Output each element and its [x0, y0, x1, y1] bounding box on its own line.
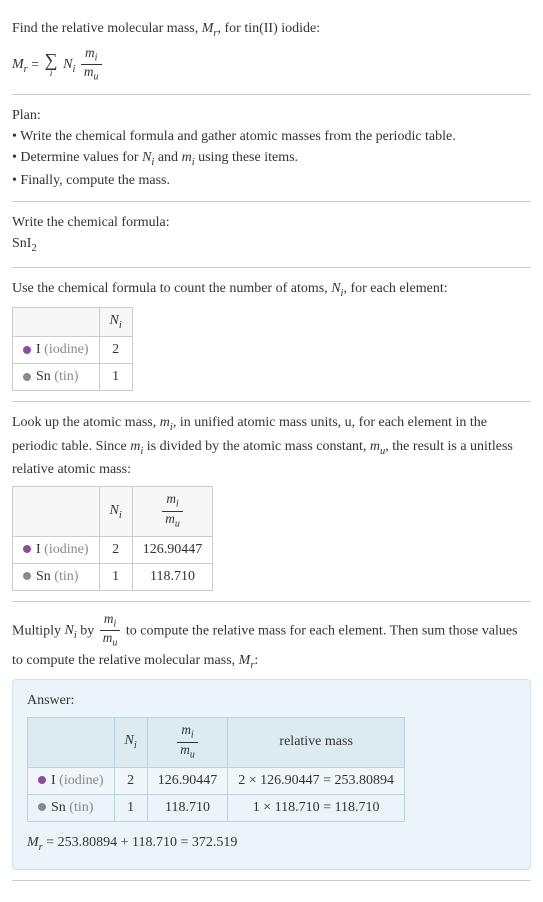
element-cell: I (iodine)	[28, 767, 115, 794]
table-row: I (iodine) 2	[13, 337, 133, 364]
atomic-mass-table: Ni mimu I (iodine) 2 126.90447 Sn (tin) …	[12, 486, 213, 590]
ni-cell: 1	[99, 563, 132, 590]
header-ratio: mimu	[132, 487, 213, 536]
table-header-row: Ni mimu	[13, 487, 213, 536]
step-text: Use the chemical formula to count the nu…	[12, 278, 531, 302]
step-text: Look up the atomic mass, mi, in unified …	[12, 412, 531, 480]
chemical-formula-step: Write the chemical formula: SnI2	[12, 202, 531, 268]
text: Find the relative molecular mass,	[12, 21, 202, 36]
header-ratio: mimu	[147, 718, 228, 767]
header-ni: Ni	[99, 308, 132, 337]
answer-table: Ni mimu relative mass I (iodine) 2 126.9…	[27, 717, 405, 821]
dot-icon	[38, 803, 46, 811]
mass-cell: 118.710	[132, 563, 213, 590]
plan-item: • Write the chemical formula and gather …	[12, 126, 531, 147]
dot-icon	[23, 346, 31, 354]
table-row: Sn (tin) 1 118.710	[13, 563, 213, 590]
header-empty	[13, 308, 100, 337]
ni-cell: 2	[99, 337, 132, 364]
element-cell: Sn (tin)	[13, 563, 100, 590]
element-cell: Sn (tin)	[13, 364, 100, 391]
element-cell: I (iodine)	[13, 337, 100, 364]
dot-icon	[38, 776, 46, 784]
answer-label: Answer:	[27, 690, 516, 711]
problem-statement: Find the relative molecular mass, Mr, fo…	[12, 8, 531, 95]
problem-text: Find the relative molecular mass, Mr, fo…	[12, 18, 531, 42]
plan-item: • Determine values for Ni and mi using t…	[12, 147, 531, 171]
element-cell: Sn (tin)	[28, 794, 115, 821]
table-row: Sn (tin) 1 118.710 1 × 118.710 = 118.710	[28, 794, 405, 821]
ni-cell: 2	[99, 536, 132, 563]
ni-cell: 2	[114, 767, 147, 794]
ni-cell: 1	[99, 364, 132, 391]
table-row: I (iodine) 2 126.90447	[13, 536, 213, 563]
atomic-mass-step: Look up the atomic mass, mi, in unified …	[12, 402, 531, 601]
plan: Plan: • Write the chemical formula and g…	[12, 95, 531, 203]
fraction: mi mu	[81, 46, 102, 84]
dot-icon	[23, 545, 31, 553]
sigma-icon: ∑i	[45, 51, 58, 79]
header-empty	[28, 718, 115, 767]
compute-step: Multiply Ni by mimu to compute the relat…	[12, 602, 531, 882]
header-empty	[13, 487, 100, 536]
chemical-formula: SnI2	[12, 233, 531, 257]
atom-count-step: Use the chemical formula to count the nu…	[12, 268, 531, 402]
table-header-row: Ni	[13, 308, 133, 337]
header-ni: Ni	[114, 718, 147, 767]
table-row: Sn (tin) 1	[13, 364, 133, 391]
formula-definition: Mr = ∑i Ni mi mu	[12, 46, 531, 84]
mass-cell: 126.90447	[132, 536, 213, 563]
plan-item: • Finally, compute the mass.	[12, 170, 531, 191]
step-text: Multiply Ni by mimu to compute the relat…	[12, 612, 531, 674]
plan-heading: Plan:	[12, 105, 531, 126]
text: , for tin(II) iodide:	[218, 21, 321, 36]
atom-count-table: Ni I (iodine) 2 Sn (tin) 1	[12, 307, 133, 391]
dot-icon	[23, 572, 31, 580]
table-header-row: Ni mimu relative mass	[28, 718, 405, 767]
relmass-cell: 1 × 118.710 = 118.710	[228, 794, 405, 821]
answer-box: Answer: Ni mimu relative mass I (iodine)…	[12, 679, 531, 870]
header-relmass: relative mass	[228, 718, 405, 767]
relmass-cell: 2 × 126.90447 = 253.80894	[228, 767, 405, 794]
table-row: I (iodine) 2 126.90447 2 × 126.90447 = 2…	[28, 767, 405, 794]
final-result: Mr = 253.80894 + 118.710 = 372.519	[27, 832, 516, 856]
element-cell: I (iodine)	[13, 536, 100, 563]
dot-icon	[23, 373, 31, 381]
mass-cell: 126.90447	[147, 767, 228, 794]
mass-cell: 118.710	[147, 794, 228, 821]
header-ni: Ni	[99, 487, 132, 536]
ni-cell: 1	[114, 794, 147, 821]
step-heading: Write the chemical formula:	[12, 212, 531, 233]
